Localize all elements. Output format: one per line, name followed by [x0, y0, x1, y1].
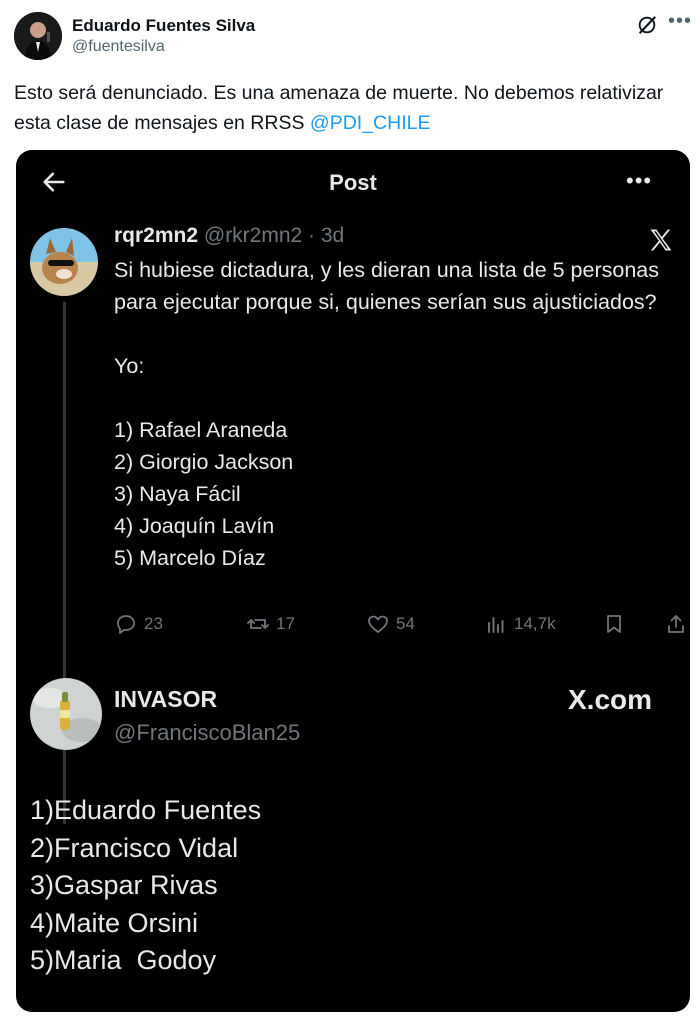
post-actions: 23 17 54 14,7k	[114, 612, 684, 646]
list-item: 3)Gaspar Rivas	[30, 870, 218, 900]
more-icon[interactable]: •••	[668, 10, 692, 33]
reply-button[interactable]: 23	[114, 612, 163, 636]
avatar[interactable]	[14, 12, 62, 60]
reply-author-handle[interactable]: @FranciscoBlan25	[114, 720, 300, 746]
heart-icon	[368, 615, 388, 633]
avatar[interactable]	[30, 228, 98, 296]
views-button[interactable]: 14,7k	[484, 612, 556, 636]
repost-count: 17	[276, 614, 295, 633]
views-count: 14,7k	[514, 614, 556, 633]
author-handle[interactable]: @fuentesilva	[72, 37, 255, 57]
reply-icon	[117, 615, 135, 634]
list-item: 3) Naya Fácil	[114, 482, 241, 506]
like-count: 54	[396, 614, 415, 633]
list-item: 4)Maite Orsini	[30, 907, 199, 938]
mention-link[interactable]: @PDI_CHILE	[310, 112, 431, 134]
post-title: Post	[329, 170, 377, 195]
list-item: 1)Eduardo Fuentes	[30, 795, 262, 825]
tweet-text: Esto será denunciado. Es una amenaza de …	[14, 78, 674, 138]
x-watermark: X.com	[568, 684, 653, 715]
repost-icon	[247, 619, 269, 629]
tweet-author[interactable]: Eduardo Fuentes Silva @fuentesilva	[14, 12, 255, 60]
reply-author-name[interactable]: INVASOR	[114, 686, 217, 713]
bookmark-button[interactable]	[602, 612, 632, 636]
list-item: 5) Marcelo Díaz	[114, 546, 266, 570]
author-name[interactable]: Eduardo Fuentes Silva	[72, 15, 255, 36]
post-topbar: Post •••	[16, 150, 690, 216]
inner-post-paragraph: Si hubiese dictadura, y les dieran una l…	[114, 258, 660, 314]
x-logo-icon	[650, 229, 672, 251]
share-icon	[668, 615, 684, 633]
more-icon[interactable]: •••	[626, 168, 652, 194]
inner-post-text: Si hubiese dictadura, y les dieran una l…	[114, 254, 674, 574]
list-item: 2)Francisco Vidal	[30, 832, 239, 863]
views-icon	[488, 617, 504, 633]
list-item: 5)Maria Godoy	[30, 945, 217, 975]
grok-icon[interactable]	[636, 14, 658, 36]
inner-author-name[interactable]: rqr2mn2	[114, 224, 198, 247]
inner-author-meta: @rkr2mn2 · 3d	[203, 224, 345, 247]
list-item: 4) Joaquín Lavín	[114, 514, 275, 538]
like-button[interactable]: 54	[366, 612, 415, 636]
share-button[interactable]	[664, 612, 690, 636]
list-item: 1) Rafael Araneda	[114, 418, 288, 442]
inner-post-paragraph: Yo:	[114, 354, 145, 378]
bookmark-icon	[607, 615, 621, 633]
reply-count: 23	[144, 614, 163, 633]
inner-post-header: rqr2mn2 @rkr2mn2 · 3d	[114, 224, 344, 248]
list-item: 2) Giorgio Jackson	[114, 450, 294, 474]
avatar[interactable]	[30, 678, 102, 750]
reply-list: 1)Eduardo Fuentes 2)Francisco Vidal 3)Ga…	[30, 792, 261, 980]
embedded-screenshot[interactable]: Post ••• rqr2mn2 @rkr2mn2 · 3d Si hubies…	[16, 150, 690, 1012]
repost-button[interactable]: 17	[246, 612, 295, 636]
